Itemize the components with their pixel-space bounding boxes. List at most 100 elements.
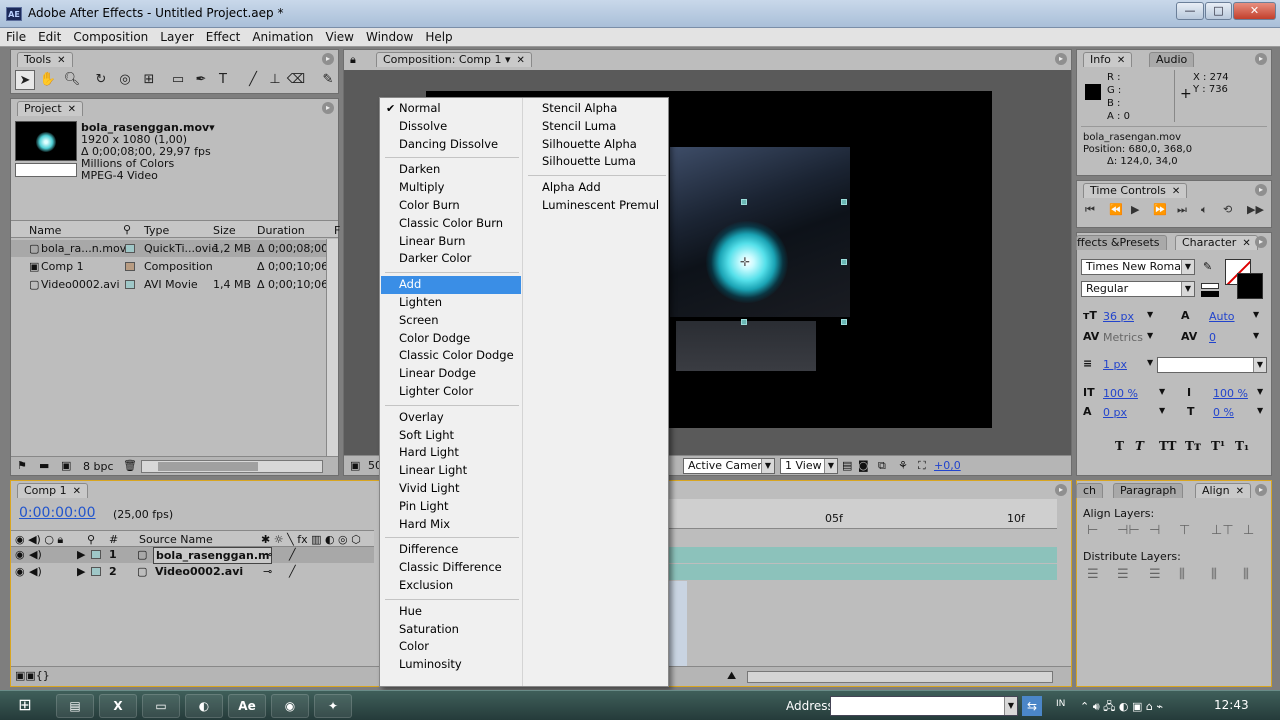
distribute-vertical-center-icon[interactable]: ☰ (1117, 567, 1129, 582)
stroke-color-swatch[interactable] (1237, 273, 1263, 299)
font-family-dropdown[interactable]: Times New Roman ▼ (1081, 259, 1195, 275)
chevron-down-icon[interactable]: ▼ (1257, 406, 1263, 415)
exposure-value[interactable]: +0,0 (934, 459, 961, 472)
stroke-width-value[interactable]: 1 px (1103, 358, 1127, 371)
shy-switch-icon[interactable]: ⊸ (263, 547, 272, 562)
layer-source-name[interactable]: bola_rasenggan.m (153, 547, 273, 564)
distribute-left-icon[interactable]: ⫼ (1179, 567, 1185, 582)
rectangle-tool-icon[interactable]: ▭ (168, 70, 188, 90)
close-icon[interactable]: ✕ (1117, 55, 1125, 66)
project-row[interactable]: ▢ bola_ra...n.mov QuickTi...ovie 1,2 MB … (11, 240, 328, 257)
after-effects-icon[interactable]: Ae (228, 694, 266, 718)
hand-tool-icon[interactable]: ✋ (38, 70, 58, 90)
panel-menu-icon[interactable]: ▸ (322, 53, 334, 65)
last-frame-icon[interactable]: ⏭ (1177, 203, 1187, 217)
font-size-value[interactable]: 36 px (1103, 310, 1134, 323)
align-bottom-icon[interactable]: ⊥ (1243, 523, 1254, 538)
menu-item-soft-light[interactable]: Soft Light (381, 427, 521, 445)
menu-item-classic-color-burn[interactable]: Classic Color Burn (381, 215, 521, 233)
menu-window[interactable]: Window (360, 28, 419, 45)
menu-item-luminescent-premul[interactable]: Luminescent Premul (524, 197, 668, 215)
distribute-bottom-icon[interactable]: ☰ (1149, 567, 1161, 582)
label-swatch[interactable] (91, 550, 101, 559)
menu-item-add[interactable]: Add (381, 276, 521, 294)
pen-tool-icon[interactable]: ✒ (191, 70, 211, 90)
menu-item-difference[interactable]: Difference (381, 541, 521, 559)
label-swatch[interactable] (125, 262, 135, 271)
black-swatch[interactable] (1201, 291, 1219, 297)
panel-menu-icon[interactable]: ▸ (1255, 184, 1267, 196)
current-time-display[interactable]: 0:00:00:00 (19, 505, 96, 521)
zoom-tool-icon[interactable]: 🔍︎ (62, 70, 82, 90)
align-horizontal-center-icon[interactable]: ⊣⊢ (1117, 523, 1140, 538)
menu-item-hard-mix[interactable]: Hard Mix (381, 516, 521, 534)
first-frame-icon[interactable]: ⏮ (1085, 203, 1095, 217)
close-icon[interactable]: ✕ (1236, 486, 1244, 497)
layer-duration-bar[interactable] (667, 547, 1057, 563)
selection-tool-icon[interactable]: ➤ (15, 70, 35, 90)
faux-italic-button[interactable]: T (1135, 439, 1144, 453)
tab-align[interactable]: Align ✕ (1195, 483, 1251, 498)
address-input[interactable]: ▼ (830, 696, 1018, 716)
visibility-eye-icon[interactable]: ◉ (15, 564, 25, 579)
camera-tool-icon[interactable]: ◎ (115, 70, 135, 90)
fast-previews-icon[interactable]: ◙ (858, 459, 869, 472)
align-top-icon[interactable]: ⊤ (1179, 523, 1190, 538)
chevron-down-icon[interactable]: ▼ (1159, 406, 1165, 415)
close-icon[interactable]: ✕ (57, 55, 65, 66)
quality-switch-icon[interactable]: ╱ (289, 564, 296, 579)
tab-paragraph[interactable]: Paragraph (1113, 483, 1184, 498)
leading-value[interactable]: Auto (1209, 310, 1235, 323)
column-f[interactable]: F (334, 224, 340, 237)
font-style-dropdown[interactable]: Regular ▼ (1081, 281, 1195, 297)
dropdown-arrow-icon[interactable]: ▾ (505, 53, 511, 66)
close-icon[interactable]: ✕ (1242, 238, 1250, 249)
all-caps-button[interactable]: TT (1159, 439, 1176, 453)
minimize-button[interactable]: — (1176, 2, 1204, 20)
window-icon[interactable]: ▭ (142, 694, 180, 718)
new-folder-icon[interactable]: ▬ (39, 459, 49, 472)
menu-composition[interactable]: Composition (67, 28, 154, 45)
menu-item-hard-light[interactable]: Hard Light (381, 444, 521, 462)
maximize-button[interactable]: □ (1205, 2, 1232, 20)
quality-switch-icon[interactable]: ╱ (289, 547, 296, 562)
label-column-icon[interactable]: ⚲ (87, 533, 95, 546)
panel-menu-icon[interactable]: ▸ (1055, 53, 1067, 65)
ram-preview-icon[interactable]: ▶▶ (1247, 203, 1264, 216)
next-frame-icon[interactable]: ⏩ (1153, 203, 1167, 216)
project-row[interactable]: ▢ Video0002.avi AVI Movie 1,4 MB Δ 0;00;… (11, 276, 328, 293)
menu-item-silhouette-alpha[interactable]: Silhouette Alpha (524, 136, 668, 154)
column-size[interactable]: Size (213, 224, 236, 237)
chevron-down-icon[interactable]: ▼ (1253, 331, 1259, 340)
tab-time-controls[interactable]: Time Controls ✕ (1083, 183, 1188, 198)
reset-exposure-icon[interactable]: ⛶ (918, 459, 926, 473)
column-name[interactable]: Name (29, 224, 61, 237)
eraser-tool-icon[interactable]: ⌫ (286, 70, 306, 90)
shy-switch-icon[interactable]: ⊸ (263, 564, 272, 579)
small-caps-button[interactable]: Tт (1185, 439, 1201, 453)
new-composition-icon[interactable]: ▣ (61, 459, 71, 472)
loop-icon[interactable]: ⟲ (1223, 203, 1232, 216)
tab-tools[interactable]: Tools ✕ (17, 52, 73, 67)
chevron-down-icon[interactable]: ▼ (1147, 331, 1153, 340)
layer-source-name[interactable]: Video0002.avi (155, 564, 243, 579)
menu-item-dancing-dissolve[interactable]: Dancing Dissolve (381, 136, 521, 154)
baseline-shift-value[interactable]: 0 px (1103, 406, 1127, 419)
label-swatch[interactable] (125, 280, 135, 289)
close-icon[interactable]: ✕ (517, 55, 525, 66)
faux-bold-button[interactable]: T (1115, 439, 1124, 453)
label-swatch[interactable] (91, 567, 101, 576)
menu-file[interactable]: File (0, 28, 32, 45)
always-preview-icon[interactable]: ▣ (350, 459, 360, 472)
close-button[interactable]: ✕ (1233, 2, 1276, 20)
zoom-out-icon[interactable]: ⛰ (727, 669, 736, 683)
pan-behind-tool-icon[interactable]: ⊞ (139, 70, 159, 90)
panel-menu-icon[interactable]: ▸ (1055, 484, 1067, 496)
time-ruler[interactable]: 05f 10f (667, 499, 1057, 529)
flowchart-icon[interactable]: ⚘ (898, 459, 908, 472)
clock[interactable]: 12:43 (1214, 698, 1249, 712)
menu-animation[interactable]: Animation (246, 28, 319, 45)
menu-item-luminosity[interactable]: Luminosity (381, 656, 521, 674)
play-icon[interactable]: ▶ (1131, 203, 1139, 216)
menu-item-pin-light[interactable]: Pin Light (381, 498, 521, 516)
